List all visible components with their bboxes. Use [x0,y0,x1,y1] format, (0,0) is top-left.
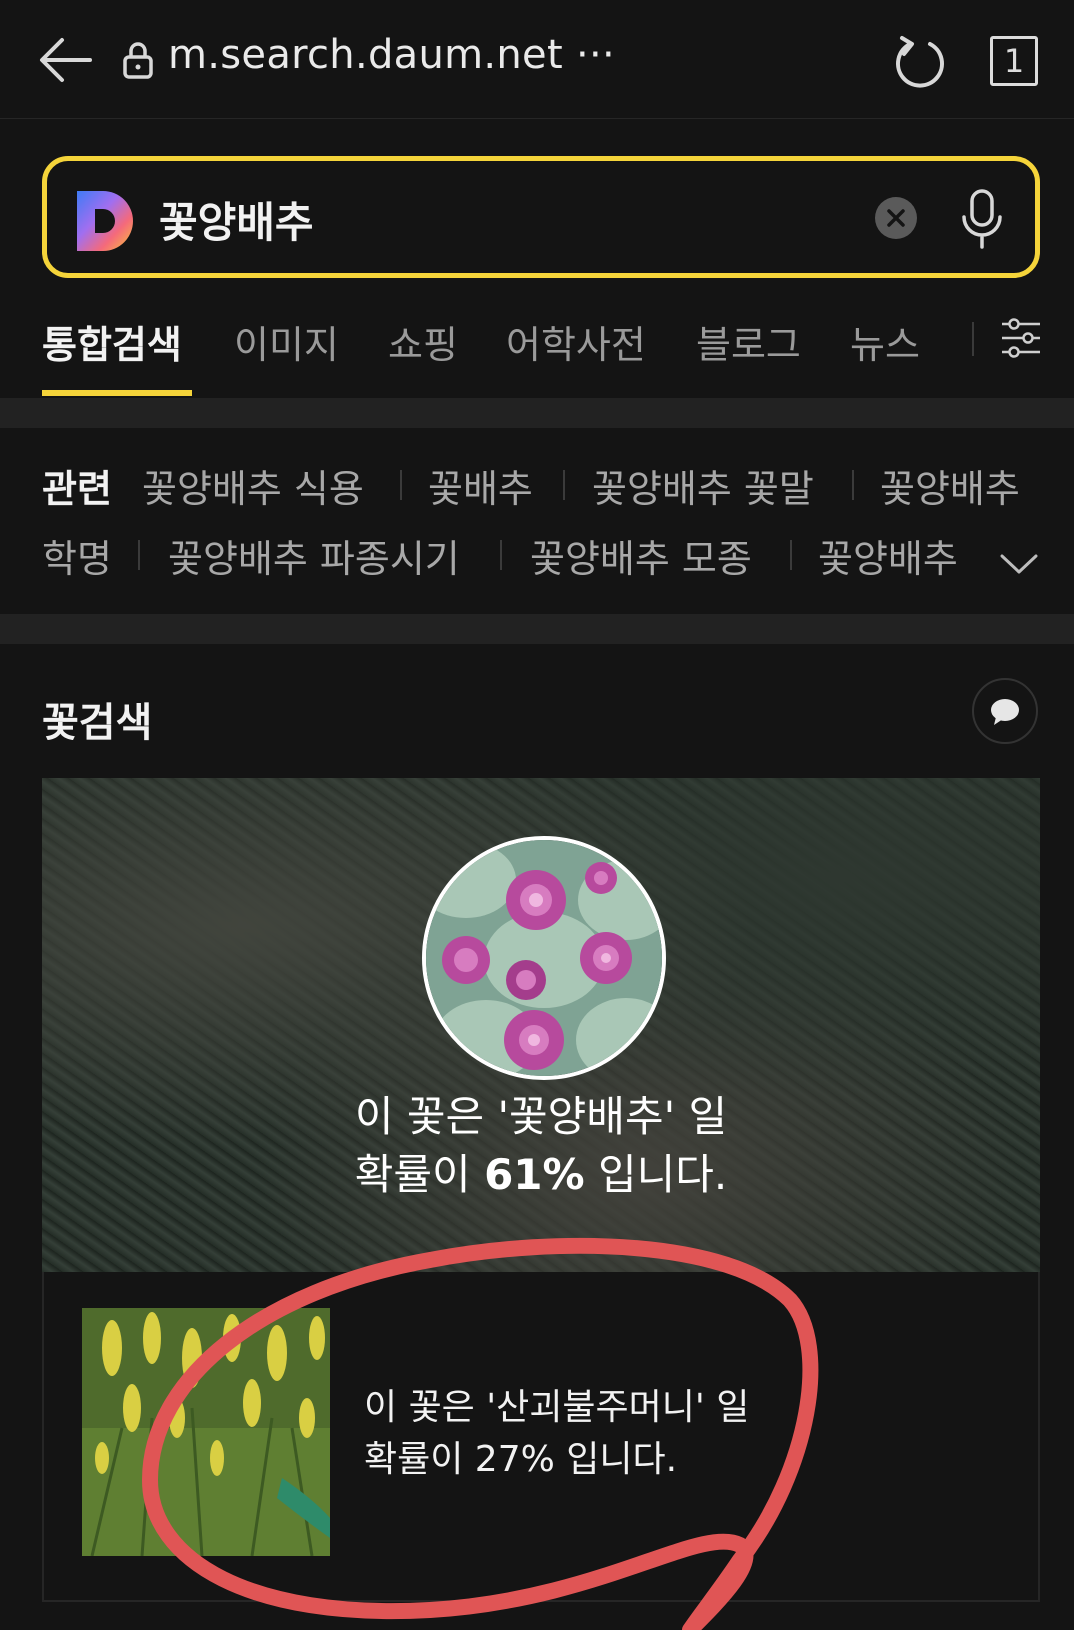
related-searches: 관련 꽃양배추 식용 꽃배추 꽃양배추 꽃말 꽃양배추 학명 꽃양배추 파종시기… [0,428,1074,614]
related-divider [790,540,792,570]
related-divider [852,470,854,500]
top-match-line2: 확률이 61% 입니다. [354,1150,728,1199]
flower-search-section: 꽃검색 이 꽃은 '꽃양배추' 일 확률이 61% 입니다. 이 꽃은 '산괴불… [0,644,1074,1630]
tab-divider [972,322,974,356]
search-query-input[interactable]: 꽃양배추 [159,189,314,250]
related-item[interactable]: 학명 [42,528,112,583]
top-match-line1: 이 꽃은 '꽃양배추' 일 [354,1092,728,1141]
tab-blog[interactable]: 블로그 [696,314,801,369]
feedback-button[interactable] [972,678,1038,744]
second-match-image [82,1308,330,1556]
tab-images[interactable]: 이미지 [234,314,339,369]
clear-search-icon[interactable] [873,195,919,241]
microphone-icon[interactable] [959,187,1005,251]
related-item[interactable]: 꽃양배추 [880,458,1020,513]
section-gap [0,398,1074,428]
related-divider [500,540,502,570]
related-heading: 관련 [42,467,112,511]
url-text[interactable]: m.search.daum.net ··· [168,32,615,78]
related-divider [138,540,140,570]
reload-icon[interactable] [892,32,948,90]
second-match-card[interactable]: 이 꽃은 '산괴불주머니' 일 확률이 27% 입니다. [42,1272,1040,1602]
related-item[interactable]: 꽃양배추 모종 [530,528,752,583]
speech-bubble-icon [991,699,1019,725]
related-item[interactable]: 꽃양배추 꽃말 [592,458,814,513]
tab-all[interactable]: 통합검색 [42,314,182,369]
tab-shopping[interactable]: 쇼핑 [388,314,458,369]
back-arrow-icon[interactable] [36,30,96,90]
related-item[interactable]: 꽃양배추 파종시기 [168,528,460,583]
matched-flower-image [422,836,666,1080]
second-match-text: 이 꽃은 '산괴불주머니' 일 확률이 27% 입니다. [364,1382,749,1486]
daum-logo-icon [77,191,133,251]
related-item[interactable]: 꽃양배추 [818,528,968,583]
top-match-percent: 61% [484,1150,585,1199]
second-match-line2: 확률이 27% 입니다. [364,1439,678,1480]
tab-dictionary[interactable]: 어학사전 [506,314,646,369]
related-divider [563,470,565,500]
active-tab-indicator [42,390,192,396]
section-gap [0,614,1074,644]
top-match-text: 이 꽃은 '꽃양배추' 일 확률이 61% 입니다. [42,1088,1040,1204]
section-title: 꽃검색 [42,700,153,746]
second-match-line1: 이 꽃은 '산괴불주머니' 일 [364,1387,750,1428]
related-item[interactable]: 꽃배추 [428,458,533,513]
uploaded-photo-background: 이 꽃은 '꽃양배추' 일 확률이 61% 입니다. [42,778,1040,1272]
filter-settings-icon[interactable] [1000,314,1042,362]
lock-icon [123,42,153,79]
tab-count-button[interactable]: 1 [990,36,1038,86]
search-tabs: 통합검색 이미지 쇼핑 어학사전 블로그 뉴스 [0,300,1074,398]
browser-address-bar: m.search.daum.net ··· 1 [0,0,1074,119]
related-divider [400,470,402,500]
related-item[interactable]: 꽃양배추 식용 [142,458,364,513]
chevron-down-icon[interactable] [998,548,1040,578]
search-box[interactable]: 꽃양배추 [42,156,1040,278]
tab-news[interactable]: 뉴스 [850,314,920,369]
